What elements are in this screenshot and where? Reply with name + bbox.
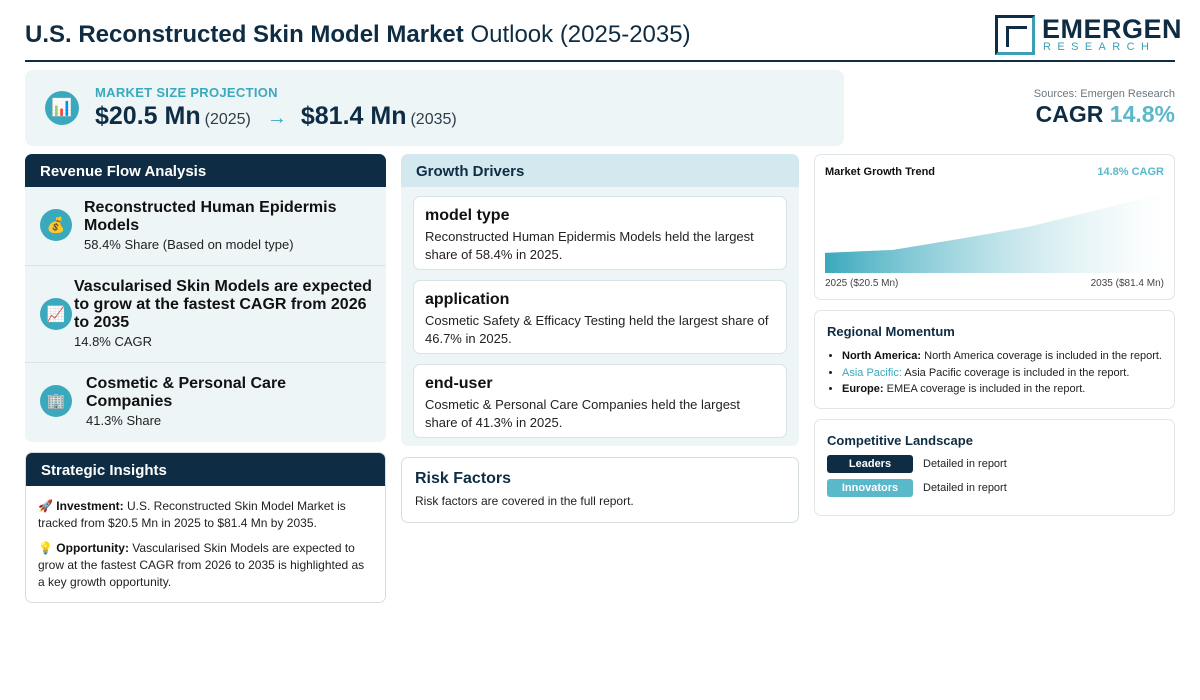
header: U.S. Reconstructed Skin Model Market Out… (25, 12, 1182, 62)
risk-factors-text: Risk factors are covered in the full rep… (415, 494, 634, 508)
revenue-item-title: Reconstructed Human Epidermis Models (84, 199, 337, 234)
start-value: $20.5 Mn (95, 102, 201, 130)
regional-momentum-panel: Regional Momentum North America: North A… (814, 310, 1175, 409)
region-list: North America: North America coverage is… (842, 348, 1162, 398)
driver-title: application (425, 291, 510, 308)
region-item: North America: North America coverage is… (842, 348, 1162, 365)
end-year: (2035) (410, 111, 457, 128)
page-title: U.S. Reconstructed Skin Model Market Out… (25, 21, 691, 49)
revenue-item-sub: 14.8% CAGR (74, 334, 153, 349)
innovators-text: Detailed in report (923, 482, 1007, 494)
insight-investment: 🚀 Investment: U.S. Reconstructed Skin Mo… (38, 498, 374, 532)
driver-card: application Cosmetic Safety & Efficacy T… (413, 280, 787, 354)
strategic-insights-heading: Strategic Insights (26, 453, 385, 486)
competitive-landscape-title: Competitive Landscape (827, 433, 973, 448)
regional-momentum-title: Regional Momentum (827, 324, 955, 339)
logo-subword: RESEARCH (1043, 41, 1156, 53)
revenue-item-title: Cosmetic & Personal Care Companies (86, 375, 287, 410)
market-growth-trend-panel: Market Growth Trend 14.8% CAGR 2025 ($20… (814, 154, 1175, 300)
insight-label: Investment: (56, 499, 124, 513)
leaders-badge: Leaders (827, 455, 913, 473)
driver-title: end-user (425, 375, 493, 392)
lightbulb-icon: 💡 (38, 541, 53, 555)
risk-factors-panel: Risk Factors Risk factors are covered in… (401, 457, 799, 523)
revenue-item: 🏢 Cosmetic & Personal Care Companies 41.… (25, 363, 386, 442)
revenue-flow-heading: Revenue Flow Analysis (25, 154, 386, 187)
page-title-rest: Outlook (2025-2035) (470, 21, 691, 48)
trend-end-label: 2035 ($81.4 Mn) (1090, 278, 1164, 289)
region-name: Europe: (842, 383, 884, 395)
driver-text: Reconstructed Human Epidermis Models hel… (425, 229, 754, 262)
driver-text: Cosmetic & Personal Care Companies held … (425, 397, 741, 430)
growth-drivers-panel: Growth Drivers model type Reconstructed … (401, 154, 799, 446)
revenue-item-sub: 41.3% Share (86, 413, 162, 428)
competitive-landscape-panel: Competitive Landscape Leaders Detailed i… (814, 419, 1175, 516)
trend-start-label: 2025 ($20.5 Mn) (825, 278, 899, 289)
region-item: Asia Pacific: Asia Pacific coverage is i… (842, 365, 1162, 382)
driver-title: model type (425, 207, 510, 224)
projection-values: $20.5 Mn (2025) → $81.4 Mn (2035) (95, 102, 457, 131)
end-value: $81.4 Mn (300, 102, 407, 130)
cagr-headline: CAGR 14.8% (1036, 101, 1175, 128)
logo-mark-icon (995, 15, 1035, 55)
projection-label: MARKET SIZE PROJECTION (95, 85, 278, 100)
revenue-item-title: Vascularised Skin Models are expected to… (74, 278, 372, 331)
start-year: (2025) (204, 111, 251, 128)
cagr-value: 14.8% (1109, 101, 1175, 127)
bar-chart-icon: 📊 (45, 91, 79, 125)
market-size-projection: 📊 MARKET SIZE PROJECTION $20.5 Mn (2025) →… (25, 70, 844, 146)
rocket-icon: 🚀 (38, 499, 53, 513)
risk-factors-title: Risk Factors (415, 470, 512, 487)
region-name: North America: (842, 350, 922, 362)
driver-text: Cosmetic Safety & Efficacy Testing held … (425, 313, 769, 346)
innovators-badge: Innovators (827, 479, 913, 497)
revenue-item: 📈 Vascularised Skin Models are expected … (25, 266, 386, 363)
arrow-right-icon: → (266, 107, 287, 129)
driver-card: end-user Cosmetic & Personal Care Compan… (413, 364, 787, 438)
region-item: Europe: EMEA coverage is included in the… (842, 381, 1162, 398)
trend-title: Market Growth Trend (825, 166, 936, 178)
chart-increasing-icon: 📈 (40, 298, 72, 330)
revenue-item-sub: 58.4% Share (Based on model type) (84, 237, 294, 252)
leaders-text: Detailed in report (923, 458, 1007, 470)
market-growth-area-chart (825, 193, 1165, 273)
emergen-logo[interactable]: EMERGEN RESEARCH (995, 14, 1182, 56)
trend-area (825, 193, 1165, 273)
office-building-icon: 🏢 (40, 385, 72, 417)
page-title-bold: U.S. Reconstructed Skin Model Market (25, 21, 464, 48)
region-text: Asia Pacific coverage is included in the… (904, 366, 1130, 379)
region-text: EMEA coverage is included in the report. (886, 383, 1086, 395)
revenue-flow-panel: Revenue Flow Analysis 💰 Reconstructed Hu… (25, 154, 386, 442)
money-bag-icon: 💰 (40, 209, 72, 241)
growth-drivers-heading: Growth Drivers (401, 154, 799, 187)
trend-cagr: 14.8% CAGR (1097, 166, 1164, 178)
insight-label: Opportunity: (56, 541, 129, 555)
region-name: Asia Pacific: (842, 366, 902, 379)
driver-card: model type Reconstructed Human Epidermis… (413, 196, 787, 270)
cagr-label: CAGR (1035, 101, 1104, 127)
region-text: North America coverage is included in th… (924, 350, 1162, 362)
insight-opportunity: 💡 Opportunity: Vascularised Skin Models … (38, 540, 374, 591)
sources-text: Sources: Emergen Research (1033, 88, 1175, 100)
strategic-insights-panel: Strategic Insights 🚀 Investment: U.S. Re… (25, 452, 386, 603)
revenue-item: 💰 Reconstructed Human Epidermis Models 5… (25, 187, 386, 266)
